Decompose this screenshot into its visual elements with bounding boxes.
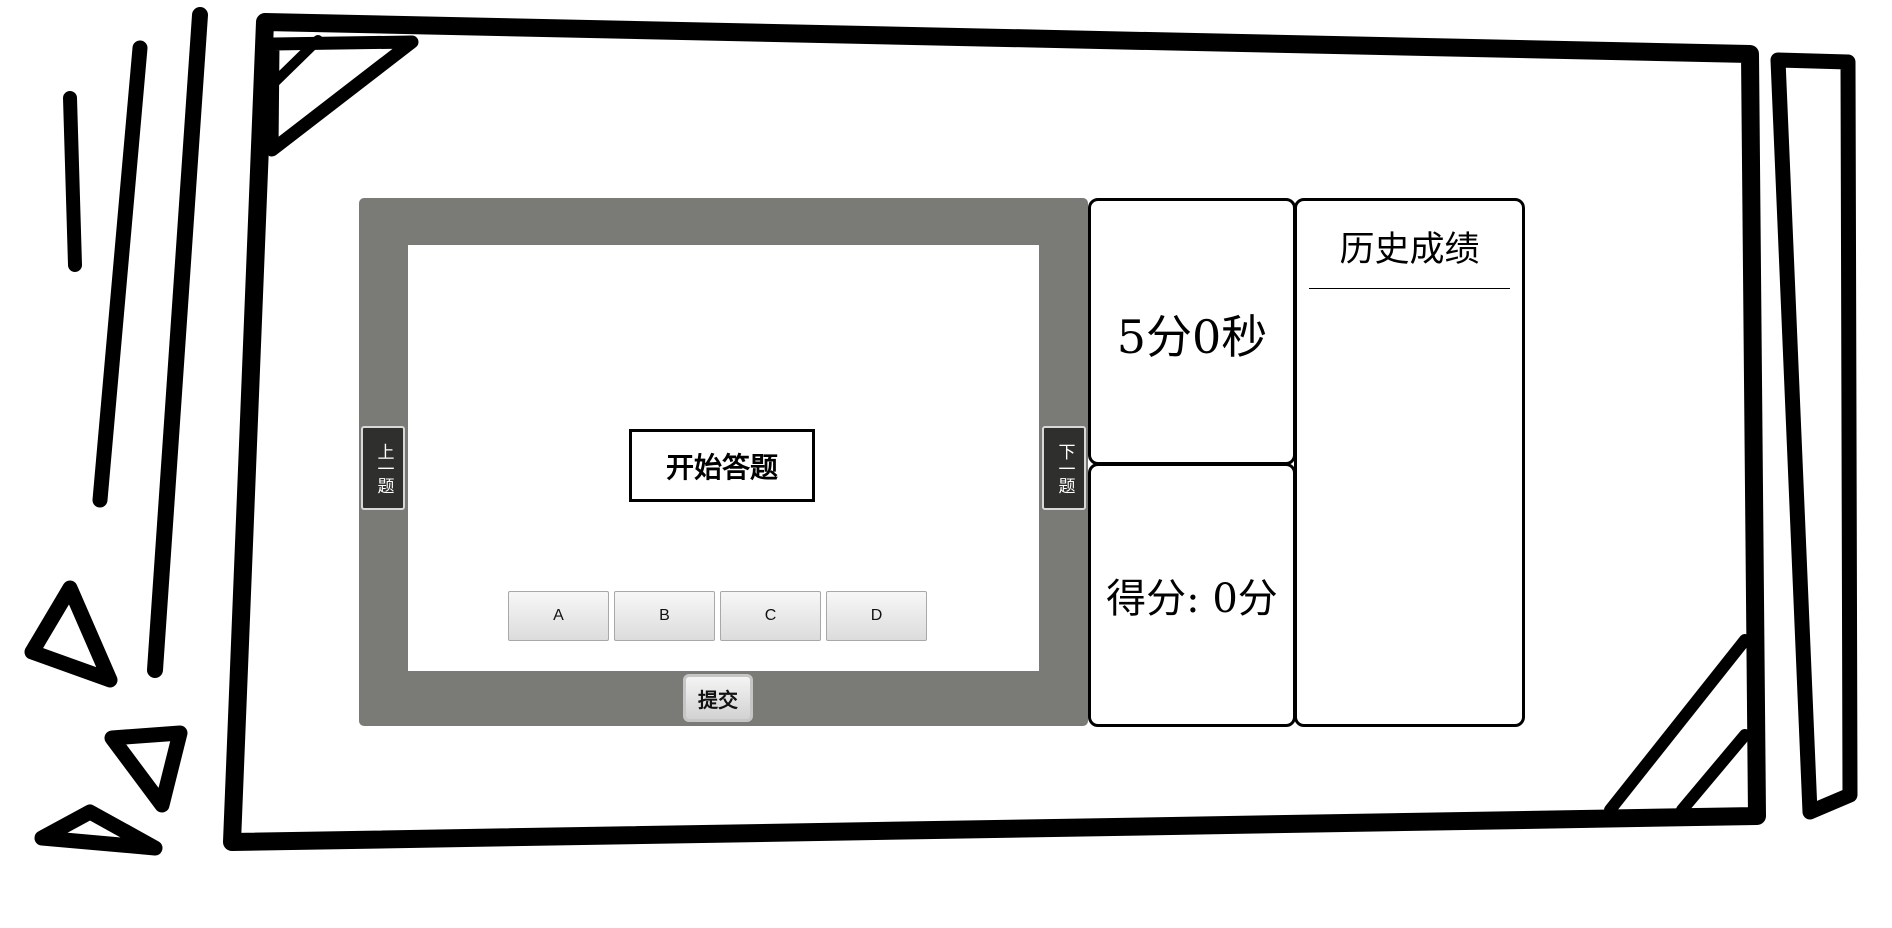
history-list xyxy=(1309,301,1510,712)
option-b-button[interactable]: B xyxy=(614,591,715,641)
submit-button[interactable]: 提交 xyxy=(683,674,753,722)
start-quiz-button[interactable]: 开始答题 xyxy=(629,429,815,502)
quiz-panel: 开始答题 A B C D 上一题 下一题 提交 xyxy=(359,198,1088,726)
previous-question-button[interactable]: 上一题 xyxy=(361,426,405,510)
score-panel: 得分: 0分 xyxy=(1088,463,1296,727)
history-divider xyxy=(1309,288,1510,289)
timer-panel: 5分0秒 xyxy=(1088,198,1296,465)
countdown-timer: 5分0秒 xyxy=(1116,310,1268,364)
history-panel: 历史成绩 xyxy=(1294,198,1525,727)
next-question-button[interactable]: 下一题 xyxy=(1042,426,1086,510)
option-c-button[interactable]: C xyxy=(720,591,821,641)
option-d-button[interactable]: D xyxy=(826,591,927,641)
question-area: 开始答题 A B C D xyxy=(408,245,1039,671)
answer-options: A B C D xyxy=(508,591,927,641)
score-display: 得分: 0分 xyxy=(1106,576,1278,622)
option-a-button[interactable]: A xyxy=(508,591,609,641)
history-title: 历史成绩 xyxy=(1339,230,1480,270)
